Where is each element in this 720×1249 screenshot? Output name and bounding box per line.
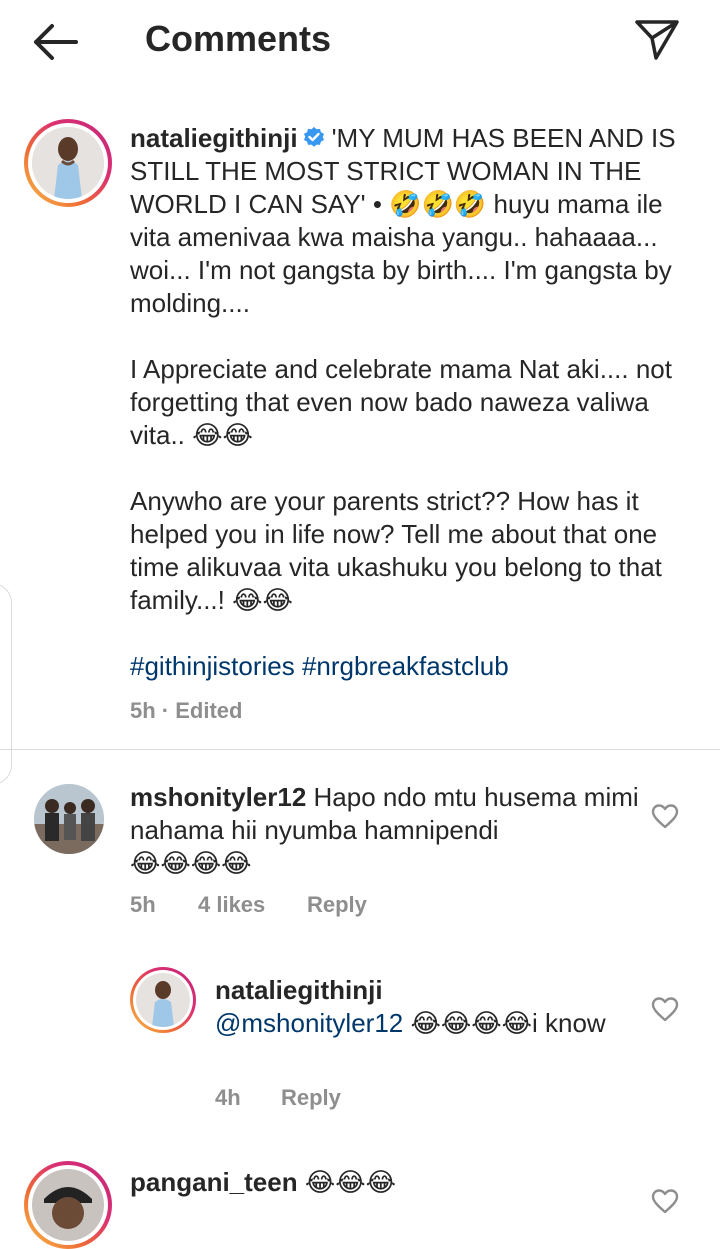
avatar[interactable] bbox=[24, 1161, 112, 1249]
mention-link[interactable]: @mshonityler12 bbox=[215, 1008, 403, 1038]
reply-button[interactable]: Reply bbox=[307, 892, 367, 918]
rofl-emojis: 🤣🤣🤣 bbox=[389, 189, 487, 219]
laughing-emojis: 😂😂 bbox=[232, 585, 293, 615]
reply-button[interactable]: Reply bbox=[281, 1085, 341, 1111]
comment: nataliegithinji @mshonityler12 😂😂😂😂i kno… bbox=[215, 974, 635, 1040]
heart-icon[interactable] bbox=[651, 1188, 679, 1214]
divider bbox=[0, 749, 720, 750]
comment-text: i know bbox=[532, 1008, 606, 1038]
avatar[interactable] bbox=[24, 119, 112, 207]
laughing-emojis: 😂😂😂😂 bbox=[410, 1008, 533, 1038]
heart-icon[interactable] bbox=[651, 996, 679, 1022]
avatar[interactable] bbox=[130, 967, 196, 1033]
comment-time: 4h bbox=[215, 1085, 241, 1110]
side-handle bbox=[0, 583, 12, 785]
paper-plane-icon[interactable] bbox=[632, 14, 682, 64]
heart-icon[interactable] bbox=[651, 803, 679, 829]
post-caption: nataliegithinji 'MY MUM HAS BEEN AND IS S… bbox=[130, 122, 690, 683]
hashtags[interactable]: #githinjistories #nrgbreakfastclub bbox=[130, 651, 509, 681]
laughing-emojis: 😂😂 bbox=[192, 420, 253, 450]
laughing-emojis: 😂😂😂 bbox=[304, 1167, 396, 1197]
laughing-emojis: 😂😂😂😂 bbox=[130, 848, 252, 878]
top-bar: Comments bbox=[0, 0, 720, 84]
caption-meta: 5h · Edited bbox=[130, 698, 243, 723]
comment: pangani_teen 😂😂😂 bbox=[130, 1166, 650, 1199]
page-title: Comments bbox=[145, 18, 332, 59]
caption-username[interactable]: nataliegithinji bbox=[130, 123, 298, 153]
avatar[interactable] bbox=[34, 784, 104, 854]
comment-username[interactable]: pangani_teen bbox=[130, 1167, 298, 1197]
comment-username[interactable]: mshonityler12 bbox=[130, 782, 306, 812]
likes-count[interactable]: 4 likes bbox=[198, 892, 265, 918]
comment-username[interactable]: nataliegithinji bbox=[215, 975, 383, 1005]
caption-text-4: Anywho are your parents strict?? How has… bbox=[130, 486, 662, 615]
back-arrow-icon[interactable] bbox=[28, 20, 84, 64]
verified-badge-icon bbox=[303, 127, 324, 147]
comment-time: 5h bbox=[130, 892, 156, 917]
comment: mshonityler12 Hapo ndo mtu husema mimi n… bbox=[130, 781, 650, 880]
